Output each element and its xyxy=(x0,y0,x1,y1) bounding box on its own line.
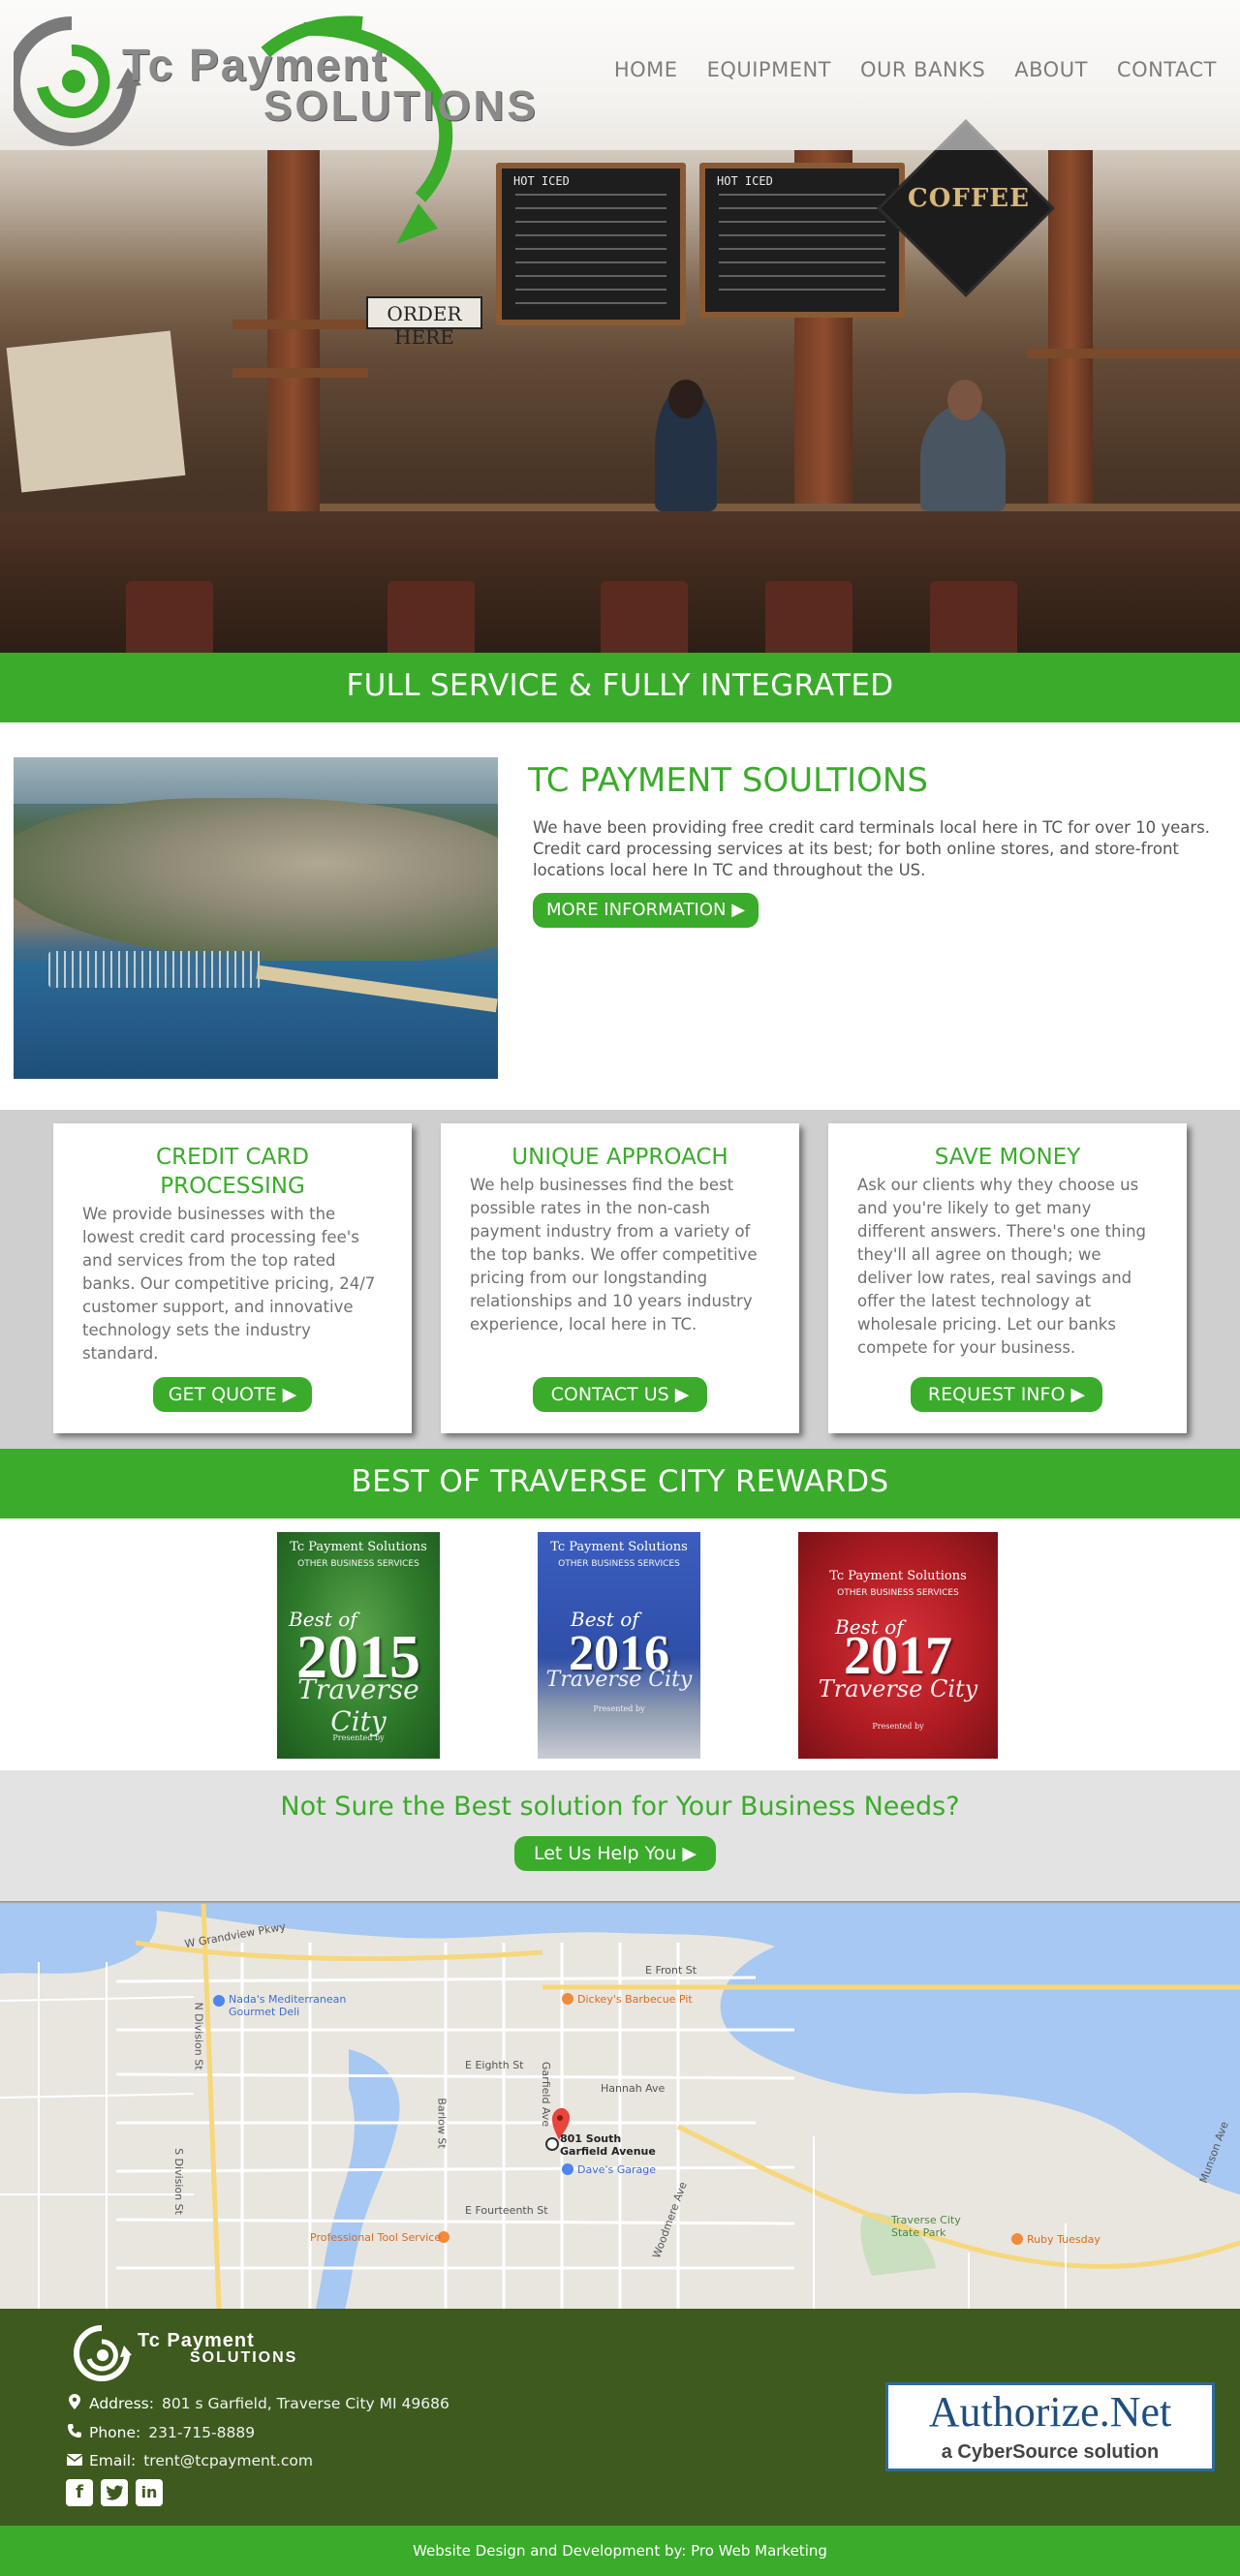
footer-logo-line2: SOLUTIONS xyxy=(190,2349,298,2366)
service-card-body: We help businesses find the best possibl… xyxy=(470,1176,758,1334)
nav-home[interactable]: HOME xyxy=(614,58,678,81)
service-card-title: UNIQUE APPROACH xyxy=(512,1145,728,1170)
service-card-title: SAVE MONEY xyxy=(934,1145,1081,1170)
integrated-banner: FULL SERVICE & FULLY INTEGRATED xyxy=(0,653,1240,722)
credit-text[interactable]: Website Design and Development by: Pro W… xyxy=(0,2526,1240,2560)
service-card-save: SAVE MONEY Ask our clients why they choo… xyxy=(828,1123,1187,1433)
barista-figure-2 xyxy=(920,405,1006,511)
map-poi[interactable]: Dave's Garage xyxy=(577,2163,656,2176)
footer-logo-icon xyxy=(74,2325,132,2381)
footer-address: Address: 801 s Garfield, Traverse City M… xyxy=(66,2394,450,2413)
nav-equipment[interactable]: EQUIPMENT xyxy=(707,58,831,81)
service-card-body: Ask our clients why they choose us and y… xyxy=(857,1176,1147,1357)
more-information-button[interactable]: MORE INFORMATION ▶ xyxy=(533,893,760,928)
nav-about[interactable]: ABOUT xyxy=(1014,58,1088,81)
map-poi[interactable]: Dickey's Barbecue Pit xyxy=(577,1993,693,2006)
let-us-help-button[interactable]: Let Us Help You ▶ xyxy=(514,1836,716,1871)
envelope-icon xyxy=(66,2452,83,2469)
map-pin-label[interactable]: 801 South Garfield Avenue xyxy=(560,2132,656,2158)
main-nav: HOME EQUIPMENT OUR BANKS ABOUT CONTACT xyxy=(585,58,1217,81)
get-quote-button[interactable]: GET QUOTE ▶ xyxy=(153,1377,312,1412)
logo-text-line2: SOLUTIONS xyxy=(264,82,539,130)
service-card-title: CREDIT CARD PROCESSING xyxy=(156,1145,309,1199)
request-info-button[interactable]: REQUEST INFO ▶ xyxy=(911,1377,1102,1412)
order-here-sign: ORDER HERE xyxy=(366,296,482,349)
award-2015: Tc Payment Solutions OTHER BUSINESS SERV… xyxy=(277,1532,440,1759)
logo-text-line1: Tc Payment xyxy=(122,40,388,90)
site-logo[interactable]: Tc Payment SOLUTIONS xyxy=(14,14,537,256)
service-card-approach: UNIQUE APPROACH We help businesses find … xyxy=(441,1123,799,1433)
site-footer: Tc Payment SOLUTIONS Address: 801 s Garf… xyxy=(0,2309,1240,2526)
map-poi[interactable]: Nada's Mediterranean Gourmet Deli xyxy=(229,1993,364,2018)
footer-phone: Phone: 231-715-8889 xyxy=(66,2423,255,2442)
map-graphic xyxy=(0,1904,1240,2309)
about-body: We have been providing free credit card … xyxy=(533,818,1211,879)
award-2016: Tc Payment Solutions OTHER BUSINESS SERV… xyxy=(538,1532,700,1759)
rewards-banner: BEST OF TRAVERSE CITY REWARDS xyxy=(0,1449,1240,1518)
service-card-credit: CREDIT CARD PROCESSING We provide busine… xyxy=(53,1123,412,1433)
linkedin-icon[interactable]: in xyxy=(136,2479,163,2506)
gravity-crate xyxy=(6,330,186,493)
credit-bar: Website Design and Development by: Pro W… xyxy=(0,2526,1240,2576)
map-poi[interactable]: Professional Tool Service xyxy=(310,2231,441,2244)
cta-headline: Not Sure the Best solution for Your Busi… xyxy=(280,1792,960,1822)
location-map[interactable]: Nada's Mediterranean Gourmet Deli Dickey… xyxy=(0,1904,1240,2309)
contact-us-button[interactable]: CONTACT US ▶ xyxy=(533,1377,707,1412)
map-poi[interactable]: Traverse City State Park xyxy=(891,2214,978,2239)
authorize-net-badge[interactable]: Authorize.Net a CyberSource solution xyxy=(885,2382,1215,2471)
nav-contact[interactable]: CONTACT xyxy=(1117,58,1217,81)
twitter-icon[interactable] xyxy=(101,2479,128,2506)
facebook-icon[interactable]: f xyxy=(66,2479,93,2506)
cta-section: Not Sure the Best solution for Your Busi… xyxy=(0,1770,1240,1901)
integrated-banner-text: FULL SERVICE & FULLY INTEGRATED xyxy=(346,668,894,703)
footer-email: Email: trent@tcpayment.com xyxy=(66,2452,313,2469)
nav-our-banks[interactable]: OUR BANKS xyxy=(860,58,985,81)
aerial-photo xyxy=(14,757,498,1079)
menu-board-2: HOT ICED xyxy=(699,163,905,318)
map-poi[interactable]: Ruby Tuesday xyxy=(1027,2233,1100,2246)
about-title: TC PAYMENT SOULTIONS xyxy=(528,761,928,800)
award-2017: Tc Payment Solutions OTHER BUSINESS SERV… xyxy=(798,1532,998,1759)
coffee-sign-label: COFFEE xyxy=(908,184,1030,213)
rewards-banner-text: BEST OF TRAVERSE CITY REWARDS xyxy=(351,1464,889,1499)
phone-icon xyxy=(66,2423,83,2442)
map-marker-icon xyxy=(66,2394,83,2413)
service-card-body: We provide businesses with the lowest cr… xyxy=(82,1205,376,1363)
